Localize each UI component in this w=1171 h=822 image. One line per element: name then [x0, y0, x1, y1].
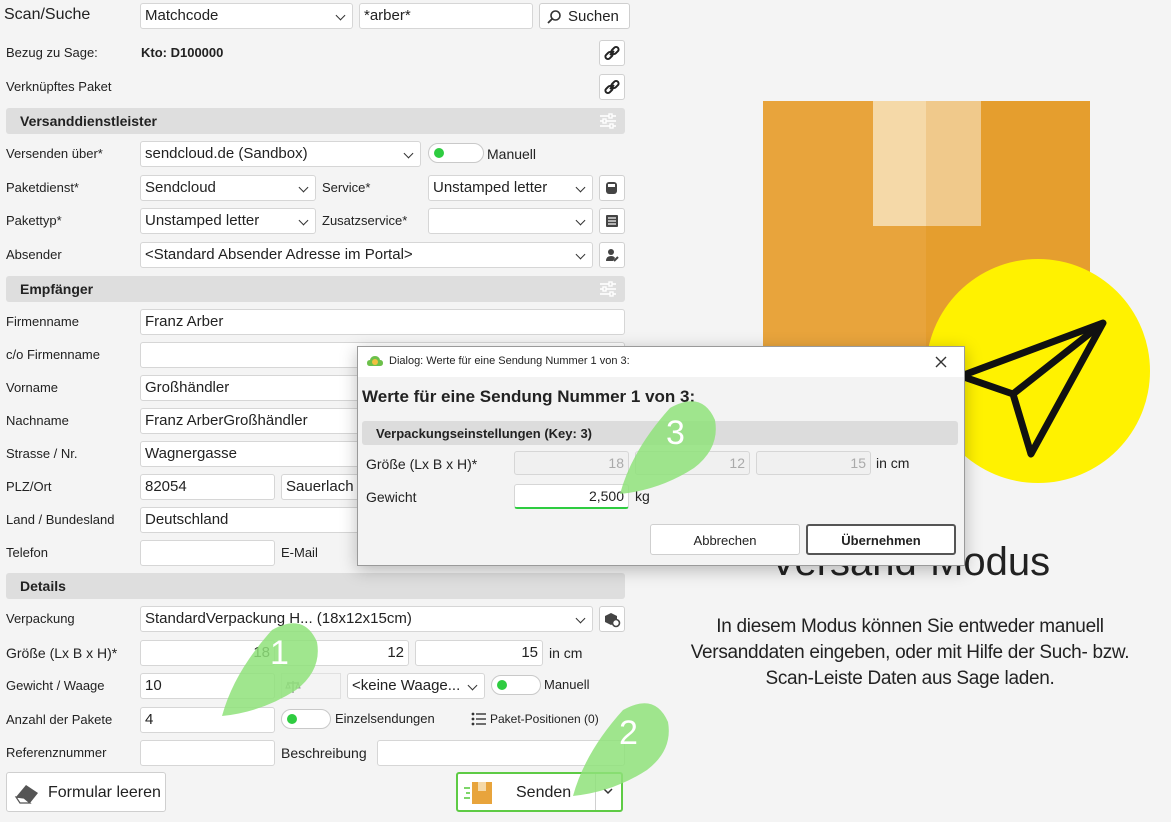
packaging-label: Verpackung: [6, 611, 75, 626]
sender-label: Absender: [6, 247, 62, 262]
filter-settings-icon: [600, 281, 616, 297]
packaging-settings-button[interactable]: [599, 606, 625, 632]
zip-city-label: PLZ/Ort: [6, 479, 52, 494]
phone-label: Telefon: [6, 545, 48, 560]
package-type-label: Pakettyp*: [6, 213, 62, 228]
promo-text-3: Scan-Leiste Daten aus Sage laden.: [765, 668, 1055, 689]
section-details-title: Details: [20, 578, 66, 594]
sage-label: Bezug zu Sage:: [6, 45, 98, 60]
sage-value: Kto: D100000: [141, 45, 224, 60]
list-icon: [606, 215, 618, 227]
search-button-label: Suchen: [568, 8, 619, 25]
last-name-label: Nachname: [6, 413, 69, 428]
carrier-icon: [606, 182, 617, 194]
dialog-weight-label: Gewicht: [366, 489, 417, 505]
clear-form-label: Formular leeren: [48, 784, 161, 801]
send-button-label: Senden: [516, 784, 572, 801]
search-input[interactable]: *arber*: [359, 3, 533, 29]
dialog-cancel-button[interactable]: Abbrechen: [650, 524, 800, 555]
country-label: Land / Bundesland: [6, 512, 115, 527]
description-label: Beschreibung: [281, 745, 367, 761]
link-icon: [604, 79, 620, 95]
size-label: Größe (Lx B x H)*: [6, 645, 118, 661]
section-carrier-title: Versanddienstleister: [20, 113, 157, 129]
company-label: Firmenname: [6, 314, 79, 329]
section-recipient[interactable]: Empfänger: [6, 276, 625, 302]
manual-toggle[interactable]: [428, 143, 484, 163]
company-input[interactable]: Franz Arber: [140, 309, 625, 335]
service-provider-select[interactable]: Sendcloud: [140, 175, 316, 201]
dialog-titlebar[interactable]: Dialog: Werte für eine Sendung Nummer 1 …: [358, 347, 964, 377]
zip-input[interactable]: 82054: [140, 474, 275, 500]
section-carrier[interactable]: Versanddienstleister: [6, 108, 625, 134]
service-label: Service*: [322, 180, 371, 195]
send-via-select[interactable]: sendcloud.de (Sandbox): [140, 141, 421, 167]
extra-service-label: Zusatzservice*: [322, 213, 408, 228]
dialog-section-title: Verpackungseinstellungen (Key: 3): [376, 426, 593, 441]
scale-select[interactable]: <keine Waage...: [347, 673, 485, 699]
single-shipments-label: Einzelsendungen: [335, 711, 435, 726]
send-via-label: Versenden über*: [6, 146, 103, 161]
linked-package-button[interactable]: [599, 74, 625, 100]
link-icon: [604, 45, 620, 61]
dialog-size-unit: in cm: [876, 455, 910, 471]
phone-input[interactable]: [140, 540, 275, 566]
extra-service-select[interactable]: [428, 208, 593, 234]
section-recipient-title: Empfänger: [20, 281, 94, 297]
size-unit: in cm: [549, 645, 583, 661]
step-marker-2-label: 2: [619, 714, 638, 752]
package-settings-icon: [605, 613, 621, 628]
sage-link-button[interactable]: [599, 40, 625, 66]
app-cloud-icon: [367, 356, 383, 366]
package-send-icon: [464, 782, 492, 804]
reference-label: Referenznummer: [6, 745, 107, 760]
section-details[interactable]: Details: [6, 573, 625, 599]
packaging-select[interactable]: StandardVerpackung H... (18x12x15cm): [140, 606, 593, 632]
step-marker-2: 2: [573, 692, 669, 802]
first-name-label: Vorname: [6, 380, 59, 395]
reference-input[interactable]: [140, 740, 275, 766]
sender-edit-button[interactable]: [599, 242, 625, 268]
step-marker-3: 3: [620, 390, 716, 500]
linked-package-label: Verknüpftes Paket: [6, 79, 112, 94]
close-icon[interactable]: [935, 356, 947, 368]
search-mode-select[interactable]: Matchcode: [140, 3, 353, 29]
manual-label: Manuell: [487, 146, 537, 162]
clear-form-button[interactable]: Formular leeren: [6, 772, 166, 812]
scan-label: Scan/Suche: [4, 6, 91, 23]
promo-text-2: Versanddaten eingeben, oder mit Hilfe de…: [690, 642, 1130, 663]
weight-manual-toggle[interactable]: [491, 675, 541, 695]
step-marker-1: 1: [222, 612, 318, 722]
dialog-cancel-label: Abbrechen: [693, 533, 757, 548]
extra-service-list-button[interactable]: [599, 208, 625, 234]
dialog-apply-label: Übernehmen: [841, 533, 921, 548]
dialog-size-label: Größe (Lx B x H)*: [366, 456, 478, 472]
dialog-apply-button[interactable]: Übernehmen: [806, 524, 956, 555]
search-button[interactable]: Suchen: [539, 3, 630, 29]
promo-text-1: In diesem Modus können Sie entweder manu…: [716, 616, 1104, 637]
weight-label: Gewicht / Waage: [6, 678, 105, 693]
package-count-label: Anzahl der Pakete: [6, 712, 113, 727]
street-label: Strasse / Nr.: [6, 446, 78, 461]
service-select[interactable]: Unstamped letter: [428, 175, 593, 201]
step-marker-3-label: 3: [666, 414, 685, 452]
filter-settings-icon: [600, 113, 616, 129]
package-type-select[interactable]: Unstamped letter: [140, 208, 316, 234]
dialog-length-input: 18: [514, 451, 629, 475]
user-edit-icon: [606, 249, 619, 262]
dialog-height-input: 15: [756, 451, 871, 475]
list-icon: [471, 712, 486, 726]
dialog-title: Dialog: Werte für eine Sendung Nummer 1 …: [389, 355, 630, 367]
email-label: E-Mail: [281, 545, 318, 560]
height-input[interactable]: 15: [415, 640, 543, 666]
dialog-weight-input[interactable]: 2,500: [514, 484, 629, 509]
service-info-button[interactable]: [599, 175, 625, 201]
eraser-icon: [14, 785, 38, 804]
step-marker-1-label: 1: [270, 634, 289, 672]
service-provider-label: Paketdienst*: [6, 180, 79, 195]
search-icon: [547, 10, 561, 24]
sender-select[interactable]: <Standard Absender Adresse im Portal>: [140, 242, 593, 268]
co-company-label: c/o Firmenname: [6, 347, 100, 362]
